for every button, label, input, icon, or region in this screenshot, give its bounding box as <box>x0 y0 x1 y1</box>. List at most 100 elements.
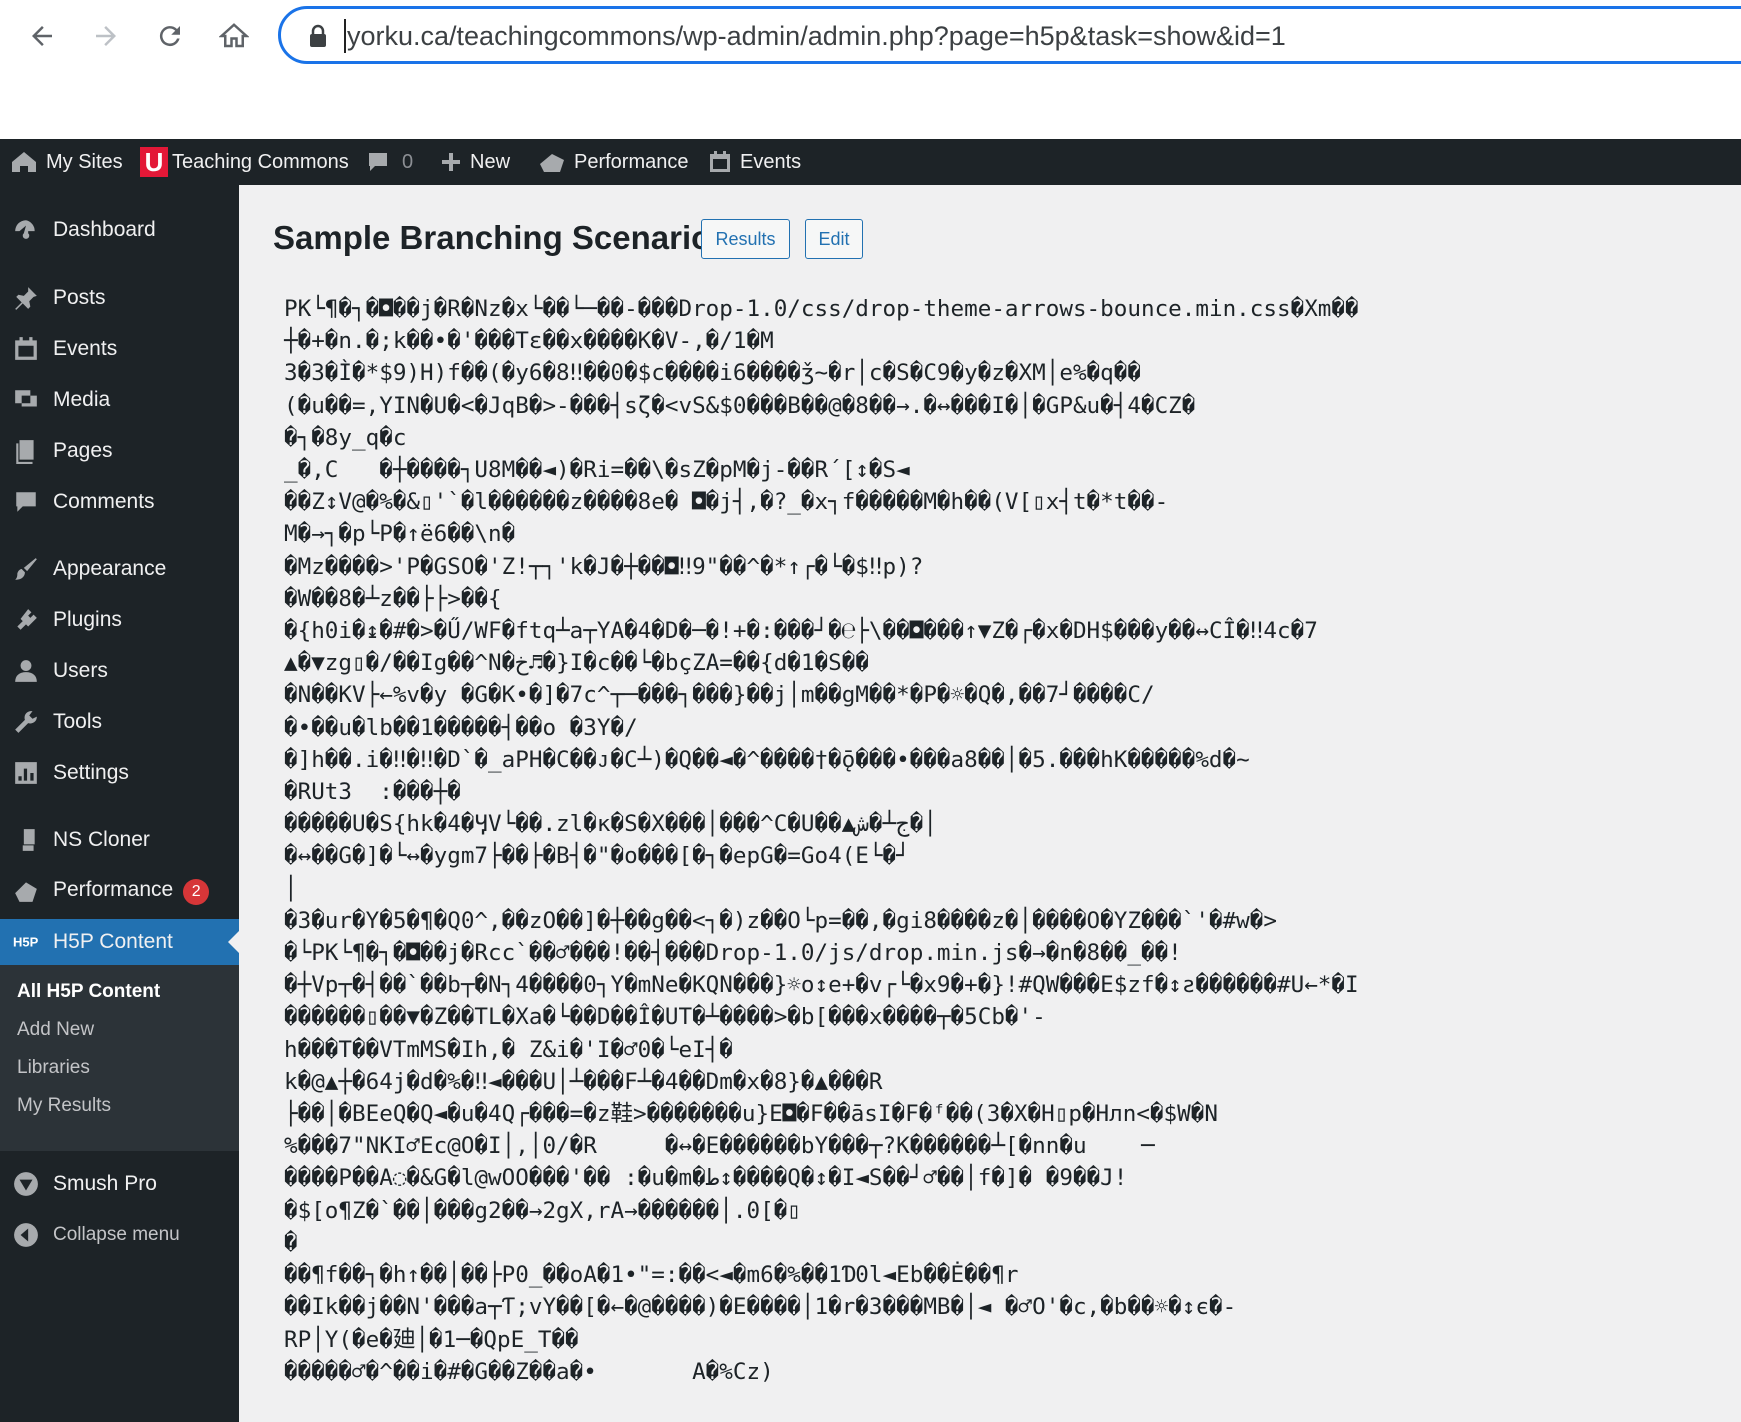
my-sites-label: My Sites <box>46 150 123 173</box>
sidebar-item-h5p-content[interactable]: H5P H5P Content <box>0 919 239 965</box>
sidebar-item-events[interactable]: Events <box>0 326 239 372</box>
reload-icon <box>159 26 180 47</box>
sidebar-item-pages[interactable]: Pages <box>0 428 239 474</box>
raw-output-line: _�,C �┼����┐U8M��◄)�Ri=��\�sZ�pM�j-��R´[… <box>284 457 910 484</box>
raw-output-line: ������▯��▼�Z��TL�Xa�└��D��Î�UT�┴����>�b[… <box>284 1004 1046 1031</box>
raw-output-line: �����U�S{hk�4�ӋV└��.zl�ĸ�S�X���│���^C�U�… <box>284 811 937 838</box>
sidebar-item-label: Media <box>53 388 111 411</box>
dashboard-icon <box>12 216 40 244</box>
brush-icon <box>12 555 40 583</box>
performance-icon <box>540 154 564 172</box>
sidebar-item-label: Smush Pro <box>53 1172 157 1195</box>
collapse-menu-button[interactable]: Collapse menu <box>0 1212 239 1258</box>
results-button[interactable]: Results <box>701 219 790 259</box>
raw-output-line: �N��KV├←%v�y �G�K•�]�7c^┬─���┐���}��j│m�… <box>284 682 1155 709</box>
main-content: Sample Branching Scenario Results Edit P… <box>239 185 1741 1422</box>
raw-output-line: �RUt3 :���┼� <box>284 779 461 806</box>
calendar-icon <box>12 335 40 363</box>
raw-output-line: ▲�▼zg▯�/��Ig��^N�خ♬�}I�c��└�bçZA=��{d�1�… <box>284 650 869 677</box>
comment-bubble-icon <box>369 153 387 171</box>
raw-output-line: �└PK└¶�┐�◘��j�Rcc`��♂���!��┤���Drop-1.0/… <box>284 940 1182 967</box>
active-indicator <box>228 931 239 953</box>
performance-label: Performance <box>574 150 689 173</box>
sidebar-item-label: Pages <box>53 439 113 462</box>
pages-icon <box>12 437 40 465</box>
arrow-left-icon <box>32 26 52 46</box>
raw-output-line: �W��8�┴z��├├>��{ <box>284 585 502 612</box>
page-title: Sample Branching Scenario <box>273 219 712 256</box>
arrow-right-icon <box>96 26 116 46</box>
my-sites-icon <box>12 152 36 172</box>
sidebar-item-label: Plugins <box>53 608 122 631</box>
raw-output-line: M�→┐�p└P�↑ë6��\n� <box>284 521 516 548</box>
site-name-menu[interactable]: U Teaching Commons <box>140 139 349 185</box>
address-bar[interactable]: yorku.ca/teachingcommons/wp-admin/admin.… <box>278 6 1741 64</box>
cloner-icon <box>12 826 40 854</box>
events-label: Events <box>740 150 802 173</box>
submenu-add-new[interactable]: Add New <box>17 1019 94 1041</box>
raw-output-line: ┼�+�n.�;k��•�'���Tɛ��x����K�V-,�/1�M <box>284 328 774 355</box>
sidebar-item-settings[interactable]: Settings <box>0 750 239 796</box>
home-icon <box>219 23 249 48</box>
submenu-my-results[interactable]: My Results <box>17 1095 111 1117</box>
raw-output-line: h���T��VTmMS�Ih,� Z&i�'I�♂0�└eI┤� <box>284 1036 733 1063</box>
raw-output-line: � <box>284 1229 298 1256</box>
performance-menu[interactable]: Performance <box>538 139 689 185</box>
forward-button[interactable] <box>84 14 128 58</box>
sidebar-item-label: Tools <box>53 710 103 733</box>
sidebar-item-label: Performance 2 <box>53 878 210 905</box>
raw-output-line: │ <box>284 875 298 902</box>
sidebar-item-comments[interactable]: Comments <box>0 479 239 525</box>
raw-output-line: �┐�8y_q�c <box>284 424 407 451</box>
submenu-libraries[interactable]: Libraries <box>17 1057 90 1079</box>
sidebar-item-posts[interactable]: Posts <box>0 275 239 321</box>
events-menu[interactable]: Events <box>708 139 801 185</box>
raw-output-line: ��Ik��j��N'���a┬Ƭ;vY��[�←�@����)�E����│1… <box>284 1294 1237 1321</box>
pin-icon <box>12 284 40 312</box>
raw-file-output: PK└¶�┐�◘��j�R�Nz�x└��└─��-���Drop-1.0/cs… <box>284 293 1724 1388</box>
sidebar-item-label: NS Cloner <box>53 828 150 851</box>
comments-menu[interactable]: 0 <box>366 139 413 185</box>
url-text[interactable]: yorku.ca/teachingcommons/wp-admin/admin.… <box>347 21 1286 52</box>
wp-admin-bar: My Sites U Teaching Commons 0 New Perfor… <box>0 139 1741 185</box>
raw-output-line: �����♂�^��i�#�G��Z��a�• A�%Cz) <box>284 1358 774 1385</box>
sidebar-item-tools[interactable]: Tools <box>0 699 239 745</box>
edit-button[interactable]: Edit <box>805 219 863 259</box>
sidebar-item-smush-pro[interactable]: Smush Pro <box>0 1161 239 1207</box>
site-logo: U <box>140 147 168 177</box>
sidebar-item-media[interactable]: Media <box>0 377 239 423</box>
new-content-menu[interactable]: New <box>440 139 510 185</box>
sidebar-item-performance[interactable]: Performance 2 <box>0 868 239 914</box>
lock-icon <box>310 24 326 47</box>
raw-output-line: k�@▲┼�64j�d�%�‼◄���U│┴���F┴�4��Dm�x�8}�▲… <box>284 1068 883 1095</box>
home-button[interactable] <box>212 14 256 58</box>
sidebar-item-users[interactable]: Users <box>0 648 239 694</box>
update-count-badge: 2 <box>183 878 210 905</box>
raw-output-line: �{h0i�↨�#�>�Ű/WF�ftq┴a┬YA�4�D�─�!+�:���┘… <box>284 618 1318 645</box>
smush-icon <box>12 1170 40 1198</box>
settings-icon <box>12 759 40 787</box>
raw-output-line: �]h��.i�‼�‼�D`�_aPH�C��ᴊ�C┴)�Q��◄�^����†… <box>284 746 1250 773</box>
collapse-icon <box>12 1221 40 1249</box>
my-sites-menu[interactable]: My Sites <box>10 139 123 185</box>
raw-output-line: �•��u�lb��1�����┤��o �3Y�/ <box>284 714 638 741</box>
text-cursor <box>344 19 346 53</box>
sidebar-item-ns-cloner[interactable]: NS Cloner <box>0 817 239 863</box>
performance-icon <box>12 877 40 905</box>
sidebar-item-label: Users <box>53 659 108 682</box>
sidebar-item-plugins[interactable]: Plugins <box>0 597 239 643</box>
admin-sidebar: Dashboard Posts Events Media Pages Comme… <box>0 185 239 1422</box>
raw-output-line: �$[o¶Z�`��│���g2��→2gX,rA→������│.0[�▯ <box>284 1197 801 1224</box>
reload-button[interactable] <box>148 14 192 58</box>
comments-count: 0 <box>402 150 414 173</box>
h5p-icon: H5P <box>12 928 40 956</box>
site-name-label: Teaching Commons <box>172 150 349 173</box>
sidebar-item-appearance[interactable]: Appearance <box>0 546 239 592</box>
back-button[interactable] <box>20 14 64 58</box>
browser-toolbar: yorku.ca/teachingcommons/wp-admin/admin.… <box>0 0 1741 139</box>
raw-output-line: ├��│�BEeQ�Q◄�u�4Q┌���=�z鞋>�������u}E◘�F�… <box>284 1101 1218 1128</box>
raw-output-line: PK└¶�┐�◘��j�R�Nz�x└��└─��-���Drop-1.0/cs… <box>284 296 1359 322</box>
sidebar-item-dashboard[interactable]: Dashboard <box>0 207 239 253</box>
raw-output-line: RP│Y(�e�廸│�1─�QpE_T�� <box>284 1326 579 1353</box>
submenu-all-h5p-content[interactable]: All H5P Content <box>17 981 160 1003</box>
